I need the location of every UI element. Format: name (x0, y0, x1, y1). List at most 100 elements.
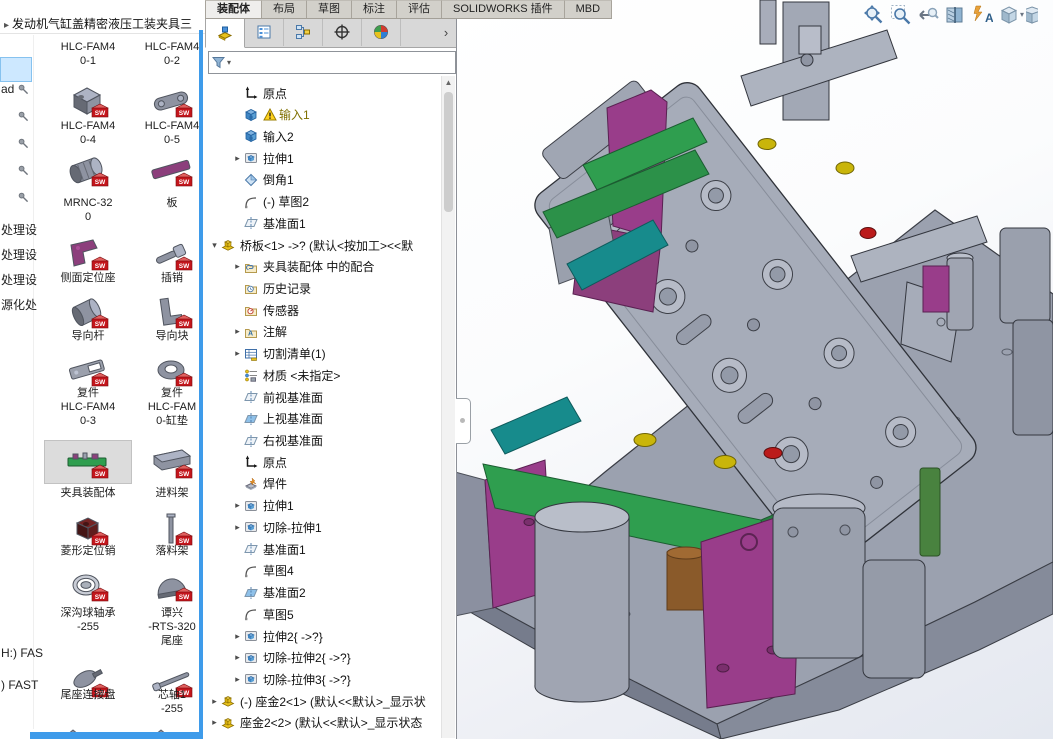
tree-expander[interactable]: ▾ (208, 240, 221, 251)
tree-item[interactable]: 基准面2 (205, 582, 442, 604)
filter-input[interactable] (235, 53, 455, 72)
tree-expander[interactable]: ▸ (231, 652, 244, 663)
part-label[interactable]: 板 (129, 196, 205, 210)
panel-tab-configurationmanager[interactable] (284, 18, 323, 46)
part-thumbnail[interactable]: SW (44, 440, 132, 484)
tree-item[interactable]: 原点 (205, 451, 442, 473)
hide-show-items-button[interactable] (1026, 2, 1039, 27)
tree-expander[interactable]: ▸ (208, 696, 221, 707)
side-strip-selection[interactable] (0, 57, 32, 82)
drive-entry[interactable]: H:) FAS (1, 646, 43, 660)
part-label[interactable]: 菱形定位销 (45, 544, 131, 558)
pinned-entry-label[interactable]: ad (1, 82, 14, 96)
tree-item[interactable]: 原点 (205, 82, 442, 104)
part-thumbnail[interactable]: SW (129, 233, 205, 275)
tree-expander[interactable]: ▸ (231, 261, 244, 272)
tree-item[interactable]: 材质 <未指定> (205, 364, 442, 386)
part-label[interactable]: 复件 HLC-FAM4 0-3 (45, 386, 131, 428)
side-strip-entry[interactable]: 源化处 (1, 296, 37, 313)
side-strip-entry[interactable]: 处理设 (1, 271, 37, 288)
tree-item[interactable]: ▸ 座金2<2> (默认<<默认>_显示状态 (205, 712, 442, 734)
part-label[interactable]: 侧面定位座 (45, 271, 131, 285)
tree-item[interactable]: ▾ 桥板<1> ->? (默认<按加工><<默 (205, 234, 442, 256)
side-strip-entry[interactable]: 处理设 (1, 246, 37, 263)
tree-item[interactable]: 基准面1 (205, 538, 442, 560)
part-thumbnail[interactable]: SW (129, 564, 205, 606)
tree-item[interactable]: 草图4 (205, 560, 442, 582)
scroll-up-arrow[interactable]: ▲ (442, 78, 455, 87)
dropdown-caret-icon[interactable]: ▾ (1020, 10, 1024, 19)
pin-icon[interactable] (18, 111, 29, 122)
part-thumbnail[interactable]: SW (45, 291, 131, 333)
part-thumbnail[interactable]: SW (129, 80, 205, 122)
tree-item[interactable]: ▸ 切除-拉伸3{ ->?} (205, 668, 442, 690)
pin-icon[interactable] (18, 192, 29, 203)
command-tab[interactable]: MBD (564, 0, 613, 18)
tree-item[interactable]: ▸ 拉伸1 (205, 147, 442, 169)
tree-item[interactable]: ▸ (-) 座金2<1> (默认<<默认>_显示状 (205, 690, 442, 712)
feature-filter[interactable]: ▾ (208, 51, 456, 74)
panel-tab-featuremanager[interactable] (205, 18, 245, 48)
tree-item[interactable]: ▸ 切割清单(1) (205, 343, 442, 365)
tree-expander[interactable]: ▸ (231, 326, 244, 337)
tree-item[interactable]: ▸ 夹具装配体 中的配合 (205, 256, 442, 278)
tree-item[interactable]: 倒角1 (205, 169, 442, 191)
display-style-button[interactable] (995, 2, 1022, 27)
model-3d[interactable] (455, 0, 1053, 739)
tree-expander[interactable]: ▸ (208, 717, 221, 728)
tree-item[interactable]: 历史记录 (205, 277, 442, 299)
part-thumbnail[interactable]: SW (45, 564, 131, 606)
command-tab[interactable]: 评估 (397, 0, 442, 18)
tree-expander[interactable]: ▸ (231, 522, 244, 533)
filter-dropdown-arrow[interactable]: ▾ (227, 58, 231, 67)
assembly-title[interactable]: ▸ 发动机气缸盖精密液压工装夹具三 (4, 15, 202, 32)
part-label[interactable]: 深沟球轴承 -255 (45, 606, 131, 634)
part-label[interactable]: 复件 HLC-FAM 0-缸垫 (129, 386, 205, 428)
part-label[interactable]: 夹具装配体 (45, 486, 131, 500)
scrollbar-thumb[interactable] (444, 92, 453, 212)
drive-entry[interactable]: ) FAST (1, 678, 38, 692)
graphics-viewport[interactable]: A ▾ (455, 0, 1053, 739)
part-thumbnail[interactable]: SW (45, 233, 131, 275)
tree-item[interactable]: 基准面1 (205, 212, 442, 234)
tree-expander[interactable]: ▸ (231, 674, 244, 685)
tree-item[interactable]: 输入2 (205, 125, 442, 147)
zoom-fit-button[interactable] (860, 2, 887, 27)
side-strip-entry[interactable]: 处理设 (1, 221, 37, 238)
tree-item[interactable]: 草图5 (205, 603, 442, 625)
tree-item[interactable]: 右视基准面 (205, 430, 442, 452)
part-label[interactable]: HLC-FAM4 0-2 (129, 40, 205, 68)
tree-item[interactable]: 输入1 (205, 104, 442, 126)
pin-icon[interactable] (18, 138, 29, 149)
part-thumbnail[interactable]: SW (45, 149, 131, 191)
part-thumbnail[interactable]: SW (45, 349, 131, 391)
tree-item[interactable]: ▸ 拉伸1 (205, 495, 442, 517)
part-thumbnail[interactable]: SW (129, 291, 205, 333)
part-label[interactable]: HLC-FAM4 0-4 (45, 119, 131, 147)
pin-icon[interactable] (18, 84, 29, 95)
panel-tab-dimxpertmanager[interactable] (323, 18, 362, 46)
tab-overflow-chevron[interactable]: › (436, 18, 456, 47)
command-tab[interactable]: 装配体 (205, 0, 262, 18)
annotation-views-button[interactable]: A (968, 2, 995, 27)
part-label[interactable]: 进料架 (129, 486, 205, 500)
command-tab[interactable]: SOLIDWORKS 插件 (442, 0, 565, 18)
panel-tab-displaymanager[interactable] (362, 18, 401, 46)
filter-funnel-icon[interactable] (212, 56, 225, 69)
section-view-button[interactable] (941, 2, 968, 27)
panel-splitter-handle[interactable] (456, 398, 471, 444)
part-thumbnail[interactable]: SW (129, 441, 205, 483)
tree-item[interactable]: 传感器 (205, 299, 442, 321)
tree-item[interactable]: ▸ 切除-拉伸1 (205, 516, 442, 538)
tree-expander[interactable]: ▸ (231, 500, 244, 511)
part-thumbnail[interactable]: SW (45, 80, 131, 122)
command-tab[interactable]: 标注 (352, 0, 397, 18)
tree-item[interactable]: 上视基准面 (205, 408, 442, 430)
zoom-area-button[interactable] (887, 2, 914, 27)
tree-item[interactable]: ▸ 切除-拉伸2{ ->?} (205, 647, 442, 669)
tree-item[interactable]: 前视基准面 (205, 386, 442, 408)
pin-icon[interactable] (18, 165, 29, 176)
part-label[interactable]: 导向块 (129, 329, 205, 343)
command-tab[interactable]: 布局 (262, 0, 307, 18)
part-label[interactable]: 插销 (129, 271, 205, 285)
